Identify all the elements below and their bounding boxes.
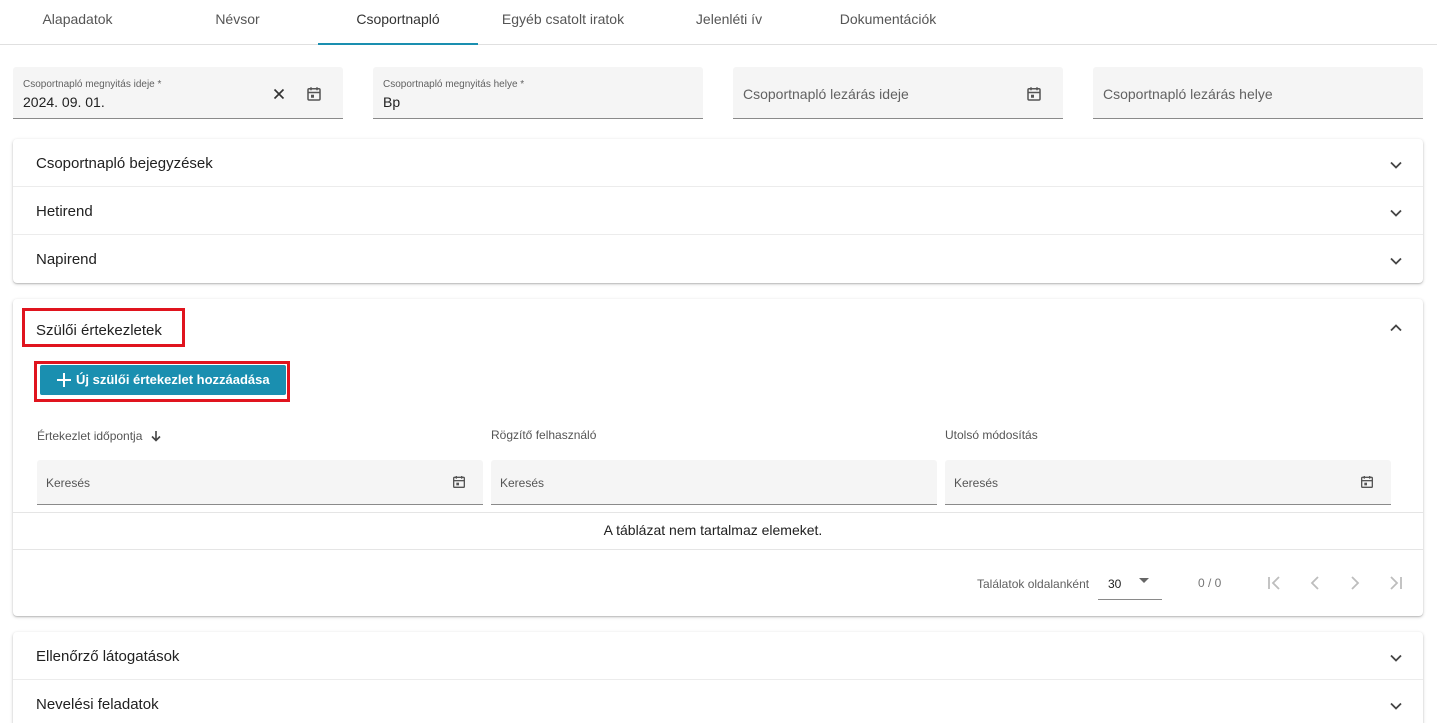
- search-recorder-user-input[interactable]: Keresés: [491, 460, 937, 505]
- column-header-meeting-time[interactable]: Értekezlet időpontja: [37, 428, 161, 443]
- button-highlight-box: [34, 361, 290, 402]
- page-size-value: 30: [1108, 577, 1122, 591]
- open-date-label: Csoportnapló megnyitás ideje *: [23, 79, 162, 90]
- section-title: Csoportnapló bejegyzések: [36, 155, 213, 172]
- calendar-icon[interactable]: [305, 85, 323, 103]
- sections-panel-top: Csoportnapló bejegyzések Hetirend Napire…: [13, 139, 1423, 283]
- title-highlight-box: [22, 308, 185, 347]
- dropdown-arrow-icon: [1139, 578, 1149, 583]
- search-placeholder: Keresés: [500, 476, 545, 490]
- arrow-down-icon: [151, 431, 161, 442]
- chevron-down-icon: [1390, 654, 1402, 662]
- search-placeholder: Keresés: [954, 476, 999, 490]
- open-place-value: Bp: [383, 94, 401, 110]
- table-divider: [13, 512, 1423, 513]
- section-napirend[interactable]: Napirend: [13, 235, 1423, 283]
- section-title: Nevelési feladatok: [36, 696, 159, 713]
- page-size-select[interactable]: 30: [1098, 558, 1162, 600]
- tab-nevsor[interactable]: Névsor: [180, 0, 295, 44]
- close-place-placeholder: Csoportnapló lezárás helye: [1103, 86, 1273, 102]
- close-date-field[interactable]: Csoportnapló lezárás ideje: [733, 67, 1063, 119]
- tab-csoportnaplo[interactable]: Csoportnapló: [318, 0, 478, 45]
- clear-icon[interactable]: [270, 85, 288, 103]
- parent-meetings-panel: Szülői értekezletek: [13, 299, 1423, 616]
- tab-egyeb-csatolt-iratok[interactable]: Egyéb csatolt iratok: [478, 0, 648, 44]
- tab-dokumentaciok[interactable]: Dokumentációk: [818, 0, 958, 44]
- section-title: Napirend: [36, 251, 97, 268]
- page-size-label: Találatok oldalanként: [977, 577, 1090, 591]
- chevron-down-icon: [1390, 209, 1402, 217]
- chevron-down-icon: [1390, 161, 1402, 169]
- tab-bar: Alapadatok Névsor Csoportnapló Egyéb csa…: [0, 0, 1437, 45]
- search-meeting-time-input[interactable]: Keresés: [37, 460, 483, 505]
- tab-jelenleti-iv[interactable]: Jelenléti ív: [670, 0, 788, 44]
- paginator-divider: [13, 549, 1423, 550]
- close-date-placeholder: Csoportnapló lezárás ideje: [743, 86, 909, 102]
- calendar-icon[interactable]: [451, 474, 467, 490]
- section-title: Hetirend: [36, 203, 93, 220]
- sections-panel-bottom: Ellenőrző látogatások Nevelési feladatok: [13, 632, 1423, 723]
- empty-table-message: A táblázat nem tartalmaz elemeket.: [603, 522, 823, 538]
- open-place-field[interactable]: Csoportnapló megnyitás helye * Bp: [373, 67, 703, 119]
- chevron-up-icon: [1390, 324, 1402, 332]
- last-page-icon[interactable]: [1384, 572, 1406, 594]
- search-last-modified-input[interactable]: Keresés: [945, 460, 1391, 505]
- open-date-value: 2024. 09. 01.: [23, 94, 105, 110]
- next-page-icon[interactable]: [1344, 572, 1366, 594]
- parent-meetings-header[interactable]: Szülői értekezletek: [13, 299, 1423, 359]
- section-hetirend[interactable]: Hetirend: [13, 187, 1423, 235]
- section-nevelesi-feladatok[interactable]: Nevelési feladatok: [13, 680, 1423, 723]
- close-place-field[interactable]: Csoportnapló lezárás helye: [1093, 67, 1423, 119]
- tab-alapadatok[interactable]: Alapadatok: [20, 0, 135, 44]
- open-date-field[interactable]: Csoportnapló megnyitás ideje * 2024. 09.…: [13, 67, 343, 119]
- previous-page-icon[interactable]: [1304, 572, 1326, 594]
- chevron-down-icon: [1390, 257, 1402, 265]
- first-page-icon[interactable]: [1264, 572, 1286, 594]
- open-place-label: Csoportnapló megnyitás helye *: [383, 79, 525, 90]
- chevron-down-icon: [1390, 702, 1402, 710]
- column-header-last-modified[interactable]: Utolsó módosítás: [945, 428, 1038, 442]
- column-label: Értekezlet időpontja: [37, 429, 143, 443]
- page-range: 0 / 0: [1198, 576, 1222, 590]
- calendar-icon[interactable]: [1359, 474, 1375, 490]
- section-title: Ellenőrző látogatások: [36, 648, 180, 665]
- calendar-icon[interactable]: [1025, 85, 1043, 103]
- section-csoportnaplo-bejegyzesek[interactable]: Csoportnapló bejegyzések: [13, 139, 1423, 187]
- search-placeholder: Keresés: [46, 476, 91, 490]
- section-ellenorzo-latogatasok[interactable]: Ellenőrző látogatások: [13, 632, 1423, 680]
- column-header-recorder-user[interactable]: Rögzítő felhasználó: [491, 428, 596, 442]
